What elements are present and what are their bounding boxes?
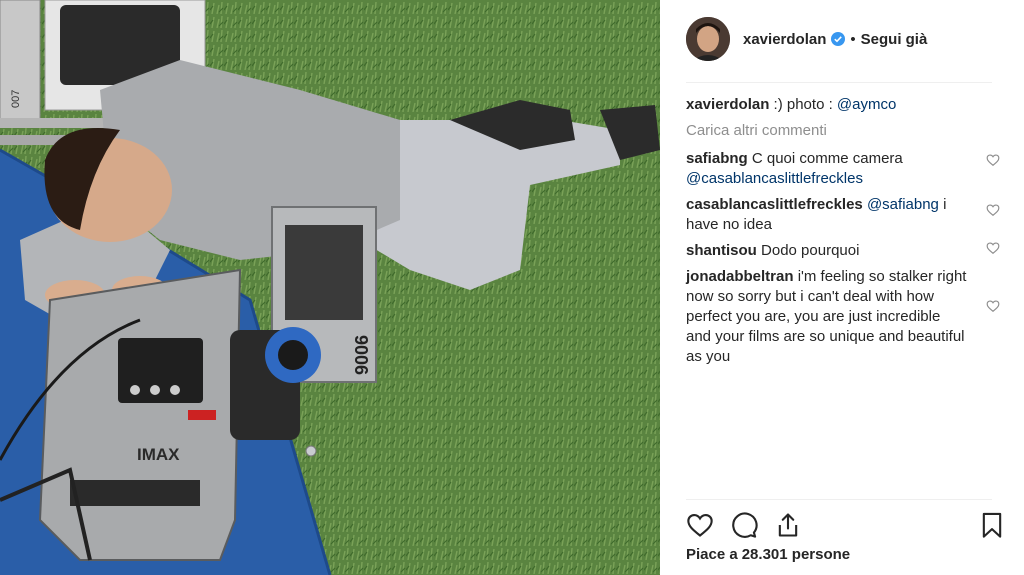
comments-list: xavierdolan :) photo : @aymco Carica alt… [686, 95, 1002, 373]
comment-icon[interactable] [730, 511, 758, 539]
camera-control-box [118, 338, 203, 403]
post-caption: xavierdolan :) photo : @aymco [686, 95, 1002, 115]
comment-text: Dodo pourquoi [761, 242, 860, 259]
tarp-grommet [305, 445, 317, 457]
comment-item: shantisou Dodo pourquoi [686, 241, 1002, 261]
bookmark-icon[interactable] [978, 511, 1006, 539]
comment-item: safiabng C quoi comme camera @casablanca… [686, 149, 1002, 189]
comment-username[interactable]: casablancaslittlefreckles [686, 196, 863, 213]
follow-button[interactable]: Segui già [861, 31, 928, 48]
comment-like-heart-icon[interactable] [986, 153, 1000, 167]
load-more-comments-button[interactable]: Carica altri commenti [686, 121, 1002, 141]
post-photo[interactable]: 007 9006 IMAX [0, 0, 660, 575]
post-sidebar: xavierdolan • Segui già xavierdolan :) p… [660, 0, 1024, 575]
actions-divider [686, 499, 992, 500]
caption-username[interactable]: xavierdolan [686, 96, 769, 113]
comment-username[interactable]: safiabng [686, 150, 748, 167]
post-header: xavierdolan • Segui già [686, 16, 1006, 62]
comment-username[interactable]: shantisou [686, 242, 757, 259]
heart-icon[interactable] [686, 511, 714, 539]
case-number: 9006 [351, 335, 371, 375]
post-actions [686, 509, 1002, 541]
likes-count[interactable]: Piace a 28.301 persone [686, 546, 850, 563]
share-icon[interactable] [774, 511, 802, 539]
verified-badge-icon [831, 32, 846, 46]
comment-username[interactable]: jonadabbeltran [686, 268, 794, 285]
comment-like-heart-icon[interactable] [986, 241, 1000, 255]
header-separator: • [850, 30, 856, 48]
rig-label: 007 [10, 90, 22, 108]
likes-suffix: persone [791, 546, 851, 563]
caption-text: :) photo : [773, 96, 837, 113]
caption-mention[interactable]: @aymco [837, 96, 896, 113]
imax-label: IMAX [137, 445, 180, 464]
comment-like-heart-icon[interactable] [986, 299, 1000, 313]
header-divider [686, 82, 992, 83]
likes-prefix: Piace a [686, 546, 738, 563]
likes-number: 28.301 [741, 546, 788, 563]
comment-text: C quoi comme camera [751, 150, 903, 167]
comment-mention[interactable]: @safiabng [867, 196, 939, 213]
comment-like-heart-icon[interactable] [986, 203, 1000, 217]
comment-mention[interactable]: @casablancaslittlefreckles [686, 170, 863, 187]
header-username[interactable]: xavierdolan [743, 31, 826, 48]
photo-illustration: 007 9006 IMAX [0, 0, 660, 575]
avatar[interactable] [686, 17, 730, 61]
comment-item: casablancaslittlefreckles @safiabng i ha… [686, 195, 1002, 235]
comment-item: jonadabbeltran i'm feeling so stalker ri… [686, 267, 1002, 367]
